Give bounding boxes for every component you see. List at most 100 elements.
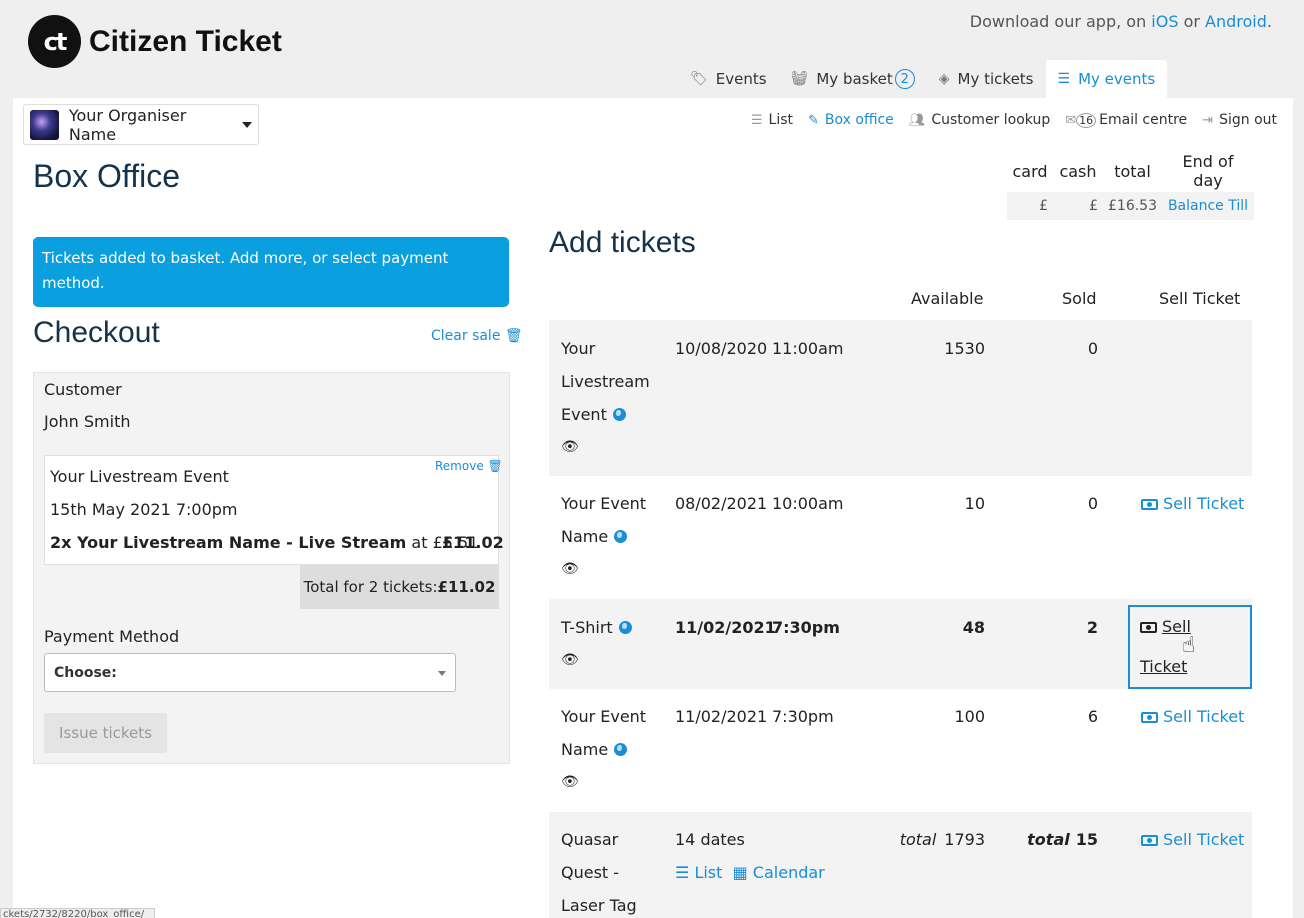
dates-calendar-link[interactable]: ▦ Calendar xyxy=(733,863,825,882)
users-icon: 👥︎ xyxy=(908,112,926,128)
remove-item-link[interactable]: Remove 🗑︎ xyxy=(435,459,503,473)
ticket-icon xyxy=(1141,499,1158,510)
event-time: 10:00am xyxy=(772,494,844,513)
till-header-cash: cash xyxy=(1059,161,1097,181)
column-header-sell-ticket: Sell Ticket xyxy=(1159,289,1241,308)
till-summary: card cash total End of day £ £ £16.53 Ba… xyxy=(1007,150,1254,220)
event-date: 08/02/2021 xyxy=(675,494,768,513)
ticket-icon: ◈ xyxy=(938,71,950,87)
table-row: Your Event Name 👁︎ 11/02/2021 7:30pm 100… xyxy=(549,689,1252,812)
eye-slash-icon[interactable]: 👁︎ xyxy=(561,644,632,677)
event-name[interactable]: T-Shirt 👁︎ xyxy=(561,611,632,677)
subnav-box-office[interactable]: ✎ Box office xyxy=(808,112,894,128)
basket-alert: Tickets added to basket. Add more, or se… xyxy=(33,237,509,307)
event-name[interactable]: Your Livestream Event 👁︎ xyxy=(561,332,650,464)
organiser-avatar xyxy=(30,109,59,140)
android-link[interactable]: Android xyxy=(1205,12,1267,31)
checkout-total: Total for 2 tickets: £11.02 xyxy=(300,565,499,609)
payment-method-select[interactable]: Choose: xyxy=(44,653,456,692)
table-row: Quasar Quest - Laser Tag 14 dates ☰ List… xyxy=(549,812,1252,918)
issue-tickets-button[interactable]: Issue tickets xyxy=(44,713,167,753)
available-count: 1530 xyxy=(944,339,985,358)
eye-slash-icon[interactable]: 👁︎ xyxy=(561,766,646,799)
item-event-date: 15th May 2021 7:00pm xyxy=(50,500,238,519)
event-date: 11/02/2021 xyxy=(675,707,768,726)
basket-icon: 🧺︎ xyxy=(790,71,809,87)
tab-my-tickets[interactable]: ◈ My tickets xyxy=(927,60,1046,98)
envelope-icon: ✉ xyxy=(1065,112,1077,128)
status-bar-url: ckets/2732/8220/box_office/ xyxy=(0,908,155,918)
column-header-sold: Sold xyxy=(1062,289,1097,308)
subnav-customer-lookup[interactable]: 👥︎ Customer lookup xyxy=(909,112,1050,128)
till-card-value: £ xyxy=(1007,192,1053,220)
subnav-list[interactable]: ☰ List xyxy=(751,112,793,128)
event-name[interactable]: Quasar Quest - Laser Tag xyxy=(561,823,637,918)
sign-out-icon: ⇥ xyxy=(1202,112,1214,128)
email-count-badge: 16 xyxy=(1076,112,1097,128)
eye-slash-icon[interactable]: 👁︎ xyxy=(561,431,650,464)
customer-label: Customer xyxy=(44,380,122,399)
organiser-name: Your Organiser Name xyxy=(68,105,187,144)
till-header-end-of-day: End of day xyxy=(1182,152,1234,190)
checkout-title: Checkout xyxy=(33,316,160,349)
available-count: 100 xyxy=(954,707,985,726)
payment-method-label: Payment Method xyxy=(44,627,180,646)
table-row: Your Livestream Event 👁︎ 10/08/2020 11:0… xyxy=(549,320,1252,476)
till-total-value: £16.53 xyxy=(1103,192,1162,220)
sold-count: 0 xyxy=(1087,339,1098,358)
sell-ticket-button[interactable]: Sell Ticket xyxy=(1141,487,1244,520)
sell-ticket-button[interactable]: Sell Ticket xyxy=(1141,823,1244,856)
item-ticket-line: 2x Your Livestream Name - Live Stream at… xyxy=(50,533,479,552)
logo-mark-icon: ct xyxy=(28,15,81,68)
calendar-icon: ▦ xyxy=(732,863,748,882)
globe-icon xyxy=(614,530,628,543)
list-icon: ☰ xyxy=(675,863,690,882)
caret-down-icon xyxy=(242,121,252,128)
sold-count: 2 xyxy=(1086,618,1098,637)
event-time: 11:00am xyxy=(772,339,844,358)
organiser-dropdown[interactable]: Your Organiser Name xyxy=(23,104,259,145)
download-app-text: Download our app, on iOS or Android. xyxy=(969,12,1272,31)
main-nav: 🏷︎ Events 🧺︎ My basket 2 ◈ My tickets ☰ My ev… xyxy=(678,60,1168,98)
tab-my-basket[interactable]: 🧺︎ My basket 2 xyxy=(779,60,927,98)
sold-count: 6 xyxy=(1087,707,1098,726)
available-total: total 1793 xyxy=(899,830,985,849)
event-name[interactable]: Your Event Name 👁︎ xyxy=(561,487,646,586)
tab-my-events[interactable]: ☰ My events xyxy=(1045,60,1168,98)
subnav-email-centre[interactable]: ✉ 16 Email centre xyxy=(1065,112,1187,128)
sliders-icon: ☰ xyxy=(1057,71,1071,87)
basket-count-badge: 2 xyxy=(894,69,915,89)
event-name[interactable]: Your Event Name 👁︎ xyxy=(561,700,646,799)
page-title: Box Office xyxy=(33,158,181,194)
add-tickets-title: Add tickets xyxy=(549,226,696,259)
trash-icon: 🗑︎ xyxy=(504,328,523,344)
available-count: 10 xyxy=(964,494,985,513)
sold-total: total 15 xyxy=(1027,830,1098,849)
clear-sale-link[interactable]: Clear sale 🗑︎ xyxy=(431,328,523,344)
available-count: 48 xyxy=(962,618,985,637)
ticket-icon xyxy=(1141,712,1158,723)
ticket-icon xyxy=(1140,622,1157,633)
dates-list-link[interactable]: ☰ List xyxy=(675,863,722,882)
event-time: 7:30pm xyxy=(772,618,840,637)
brand-logo[interactable]: ct Citizen Ticket xyxy=(28,15,282,68)
globe-icon xyxy=(614,743,628,756)
sold-count: 0 xyxy=(1087,494,1098,513)
brand-name: Citizen Ticket xyxy=(89,24,282,58)
globe-icon xyxy=(612,408,626,421)
table-row: Your Event Name 👁︎ 08/02/2021 10:00am 10… xyxy=(549,476,1252,599)
tab-events[interactable]: 🏷︎ Events xyxy=(678,60,779,98)
sell-ticket-button[interactable]: Sell Ticket xyxy=(1141,700,1244,733)
balance-till-link[interactable]: Balance Till xyxy=(1162,192,1254,220)
event-time: 7:30pm xyxy=(772,707,834,726)
list-icon: ☰ xyxy=(750,112,763,128)
customer-name: John Smith xyxy=(44,412,131,431)
till-cash-value: £ xyxy=(1053,192,1103,220)
subnav-sign-out[interactable]: ⇥ Sign out xyxy=(1202,112,1277,128)
event-date: 11/02/2021 xyxy=(675,618,776,637)
event-dates-count: 14 dates ☰ List ▦ Calendar xyxy=(675,830,825,882)
item-price: £11.02 xyxy=(442,533,504,552)
eye-slash-icon[interactable]: 👁︎ xyxy=(561,553,646,586)
column-header-available: Available xyxy=(911,289,984,308)
ios-link[interactable]: iOS xyxy=(1151,12,1178,31)
